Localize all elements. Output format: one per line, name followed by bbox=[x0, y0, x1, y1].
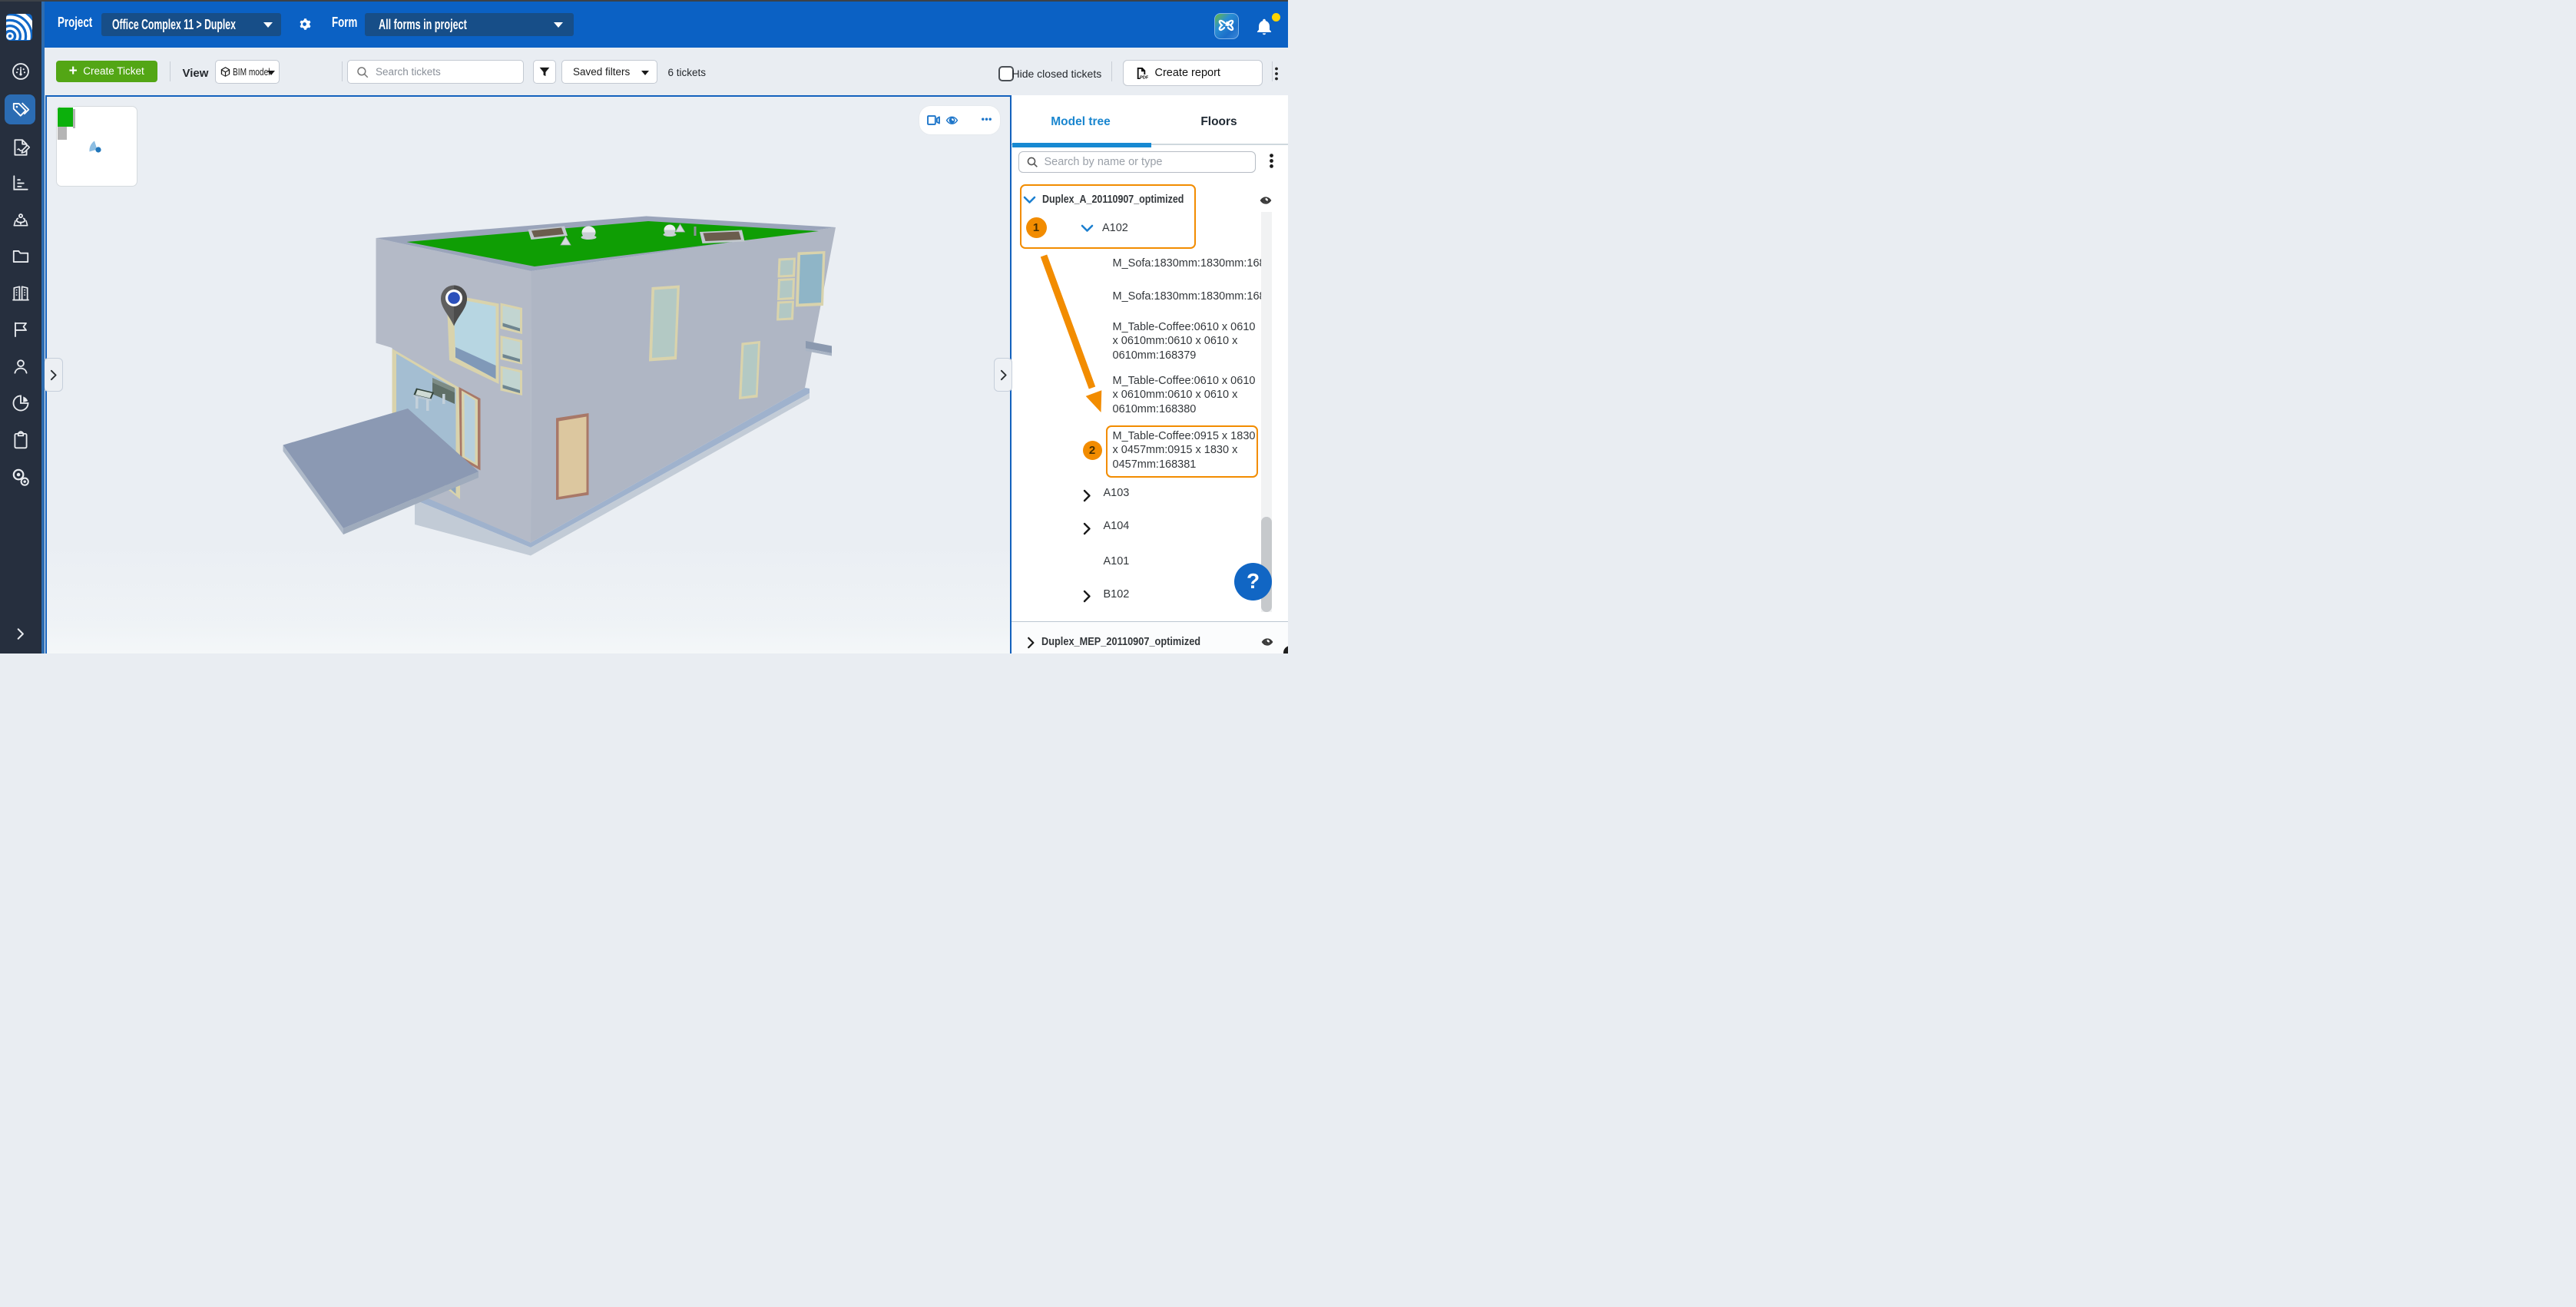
svg-text:PDF: PDF bbox=[1140, 75, 1148, 80]
